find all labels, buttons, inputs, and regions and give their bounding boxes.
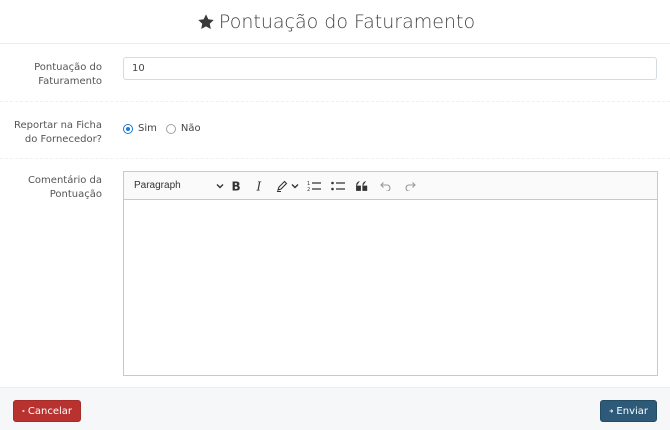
redo-icon	[405, 181, 416, 191]
report-label: Reportar na Ficha do Fornecedor?	[14, 119, 102, 147]
blockquote-button[interactable]	[350, 175, 374, 197]
form-footer: Cancelar Enviar	[0, 387, 670, 430]
send-button[interactable]: Enviar	[600, 400, 657, 422]
rich-text-editor: Paragraph B I 12	[123, 171, 658, 376]
heading-dropdown-value: Paragraph	[134, 180, 181, 191]
report-label-line1: Reportar na Ficha	[14, 120, 102, 131]
undo-icon	[380, 181, 391, 191]
score-label: Pontuação do Faturamento	[34, 61, 102, 89]
comment-label: Comentário da Pontuação	[28, 174, 102, 202]
radio-sim[interactable]	[123, 123, 133, 134]
editor-toolbar: Paragraph B I 12	[124, 172, 657, 200]
close-icon	[22, 409, 25, 413]
star-icon	[198, 13, 214, 29]
score-label-line2: Faturamento	[38, 76, 102, 87]
chevron-down-icon	[216, 183, 224, 188]
score-row: Pontuação do Faturamento	[0, 45, 670, 102]
radio-nao-label[interactable]: Não	[181, 123, 201, 134]
comment-label-line2: Pontuação	[49, 189, 102, 200]
cancel-button-label: Cancelar	[27, 405, 72, 417]
bulleted-list-icon	[331, 181, 345, 190]
heading-dropdown[interactable]: Paragraph	[128, 175, 224, 197]
redo-button[interactable]	[398, 175, 422, 197]
report-row: Reportar na Ficha do Fornecedor? Sim Não	[0, 103, 670, 159]
highlight-button[interactable]	[272, 175, 302, 197]
italic-icon: I	[256, 180, 262, 192]
svg-text:B: B	[232, 180, 241, 192]
quote-icon	[356, 180, 368, 191]
numbered-list-button[interactable]: 12	[302, 175, 326, 197]
score-label-line1: Pontuação do	[34, 62, 102, 73]
radio-sim-label[interactable]: Sim	[138, 123, 157, 134]
bulleted-list-button[interactable]	[326, 175, 350, 197]
numbered-list-icon: 12	[307, 181, 321, 192]
bold-icon: B	[232, 180, 241, 192]
page-title-wrap: Pontuação do Faturamento	[197, 11, 475, 33]
comment-label-line1: Comentário da	[27, 175, 102, 186]
radio-nao[interactable]	[165, 123, 176, 134]
undo-button[interactable]	[374, 175, 398, 197]
report-radio-group: Sim Não	[123, 123, 210, 134]
editor-content-area[interactable]	[124, 200, 657, 375]
arrow-right-icon	[609, 409, 614, 413]
italic-button[interactable]: I	[248, 175, 272, 197]
comment-row: Comentário da Pontuação Paragraph B I 12	[0, 160, 670, 386]
chevron-down-icon	[291, 183, 298, 188]
page-title: Pontuação do Faturamento	[218, 10, 476, 33]
cancel-button[interactable]: Cancelar	[13, 400, 81, 422]
report-label-line2: do Fornecedor?	[24, 134, 102, 145]
send-button-label: Enviar	[616, 405, 648, 417]
svg-text:2: 2	[307, 187, 310, 192]
score-input[interactable]	[123, 57, 657, 80]
bold-button[interactable]: B	[224, 175, 248, 197]
page-header: Pontuação do Faturamento	[0, 0, 670, 44]
highlight-icon	[276, 180, 287, 192]
svg-text:I: I	[256, 180, 262, 192]
